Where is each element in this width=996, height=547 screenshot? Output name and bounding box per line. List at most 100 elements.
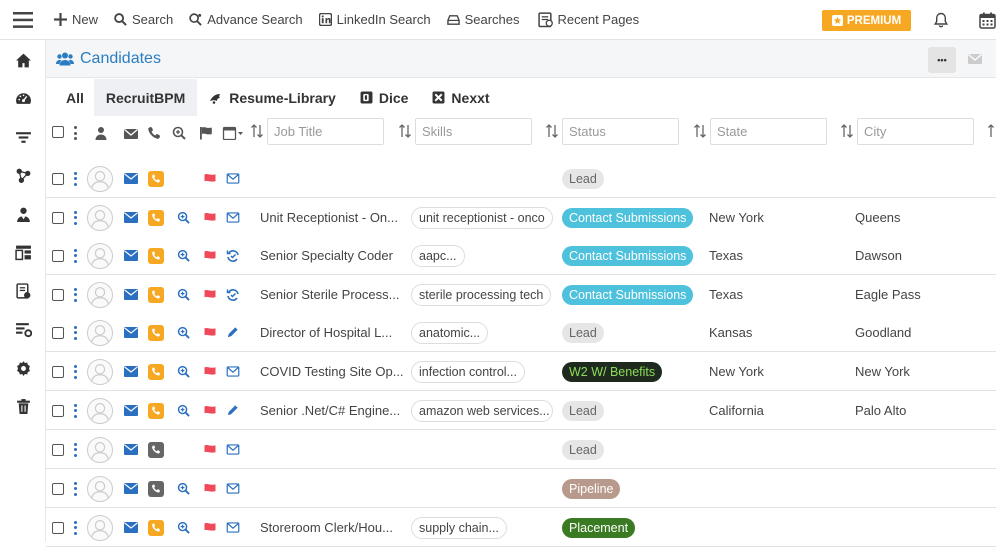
skills-filter-input[interactable]: Skills: [415, 118, 532, 145]
table-row[interactable]: Lead: [46, 159, 996, 198]
calendar-filter-icon[interactable]: [221, 126, 245, 140]
row-checkbox[interactable]: [52, 443, 64, 456]
sort-skills-icon[interactable]: [399, 124, 411, 138]
tab-recruitbpm[interactable]: RecruitBPM: [93, 79, 198, 116]
sort-next-column-icon[interactable]: [988, 124, 996, 138]
select-all-checkbox[interactable]: [52, 126, 64, 138]
status-badge[interactable]: Contact Submissions: [562, 207, 694, 228]
email-icon[interactable]: [124, 444, 138, 455]
avatar[interactable]: [87, 436, 113, 463]
status-badge[interactable]: W2 W/ Benefits: [562, 361, 663, 382]
zoom-in-icon[interactable]: [177, 249, 190, 262]
status-badge[interactable]: Lead: [562, 400, 604, 421]
avatar[interactable]: [87, 514, 113, 541]
envelope-outline-icon[interactable]: [226, 483, 240, 494]
envelope-outline-icon[interactable]: [226, 444, 240, 455]
nav-advance-search[interactable]: Advance Search: [189, 12, 303, 27]
status-badge[interactable]: Contact Submissions: [562, 245, 694, 266]
zoom-in-icon[interactable]: [177, 211, 190, 224]
more-options-button[interactable]: •••: [928, 47, 956, 73]
envelope-icon[interactable]: [968, 52, 982, 66]
sort-status-icon[interactable]: [546, 124, 558, 138]
bulk-actions-icon[interactable]: [73, 126, 77, 140]
row-actions-icon[interactable]: [73, 403, 77, 418]
skill-chip[interactable]: infection control...: [411, 360, 525, 383]
skill-chip[interactable]: aapc...: [411, 244, 465, 267]
phone-button[interactable]: [148, 480, 164, 497]
skill-chip[interactable]: sterile processing tech: [411, 283, 552, 306]
tab-resume-library[interactable]: Resume-Library: [197, 79, 348, 116]
zoom-in-icon[interactable]: [177, 521, 190, 534]
sidebar-item-users[interactable]: [0, 195, 46, 234]
nav-search[interactable]: Search: [114, 12, 173, 27]
status-filter-input[interactable]: Status: [562, 118, 679, 145]
row-actions-icon[interactable]: [73, 287, 77, 302]
sync-icon[interactable]: [226, 288, 240, 302]
job-title-filter-input[interactable]: Job Title: [267, 118, 384, 145]
sort-city-icon[interactable]: [841, 124, 853, 138]
sidebar-item-trash[interactable]: [0, 388, 46, 427]
bell-icon[interactable]: [933, 12, 949, 28]
calendar-icon[interactable]: [979, 12, 996, 29]
sidebar-item-dashboard[interactable]: [0, 80, 46, 119]
email-icon[interactable]: [124, 522, 138, 533]
avatar[interactable]: [87, 204, 113, 231]
flag-icon[interactable]: [203, 173, 217, 184]
email-icon[interactable]: [124, 250, 138, 261]
flag-icon[interactable]: [203, 522, 217, 533]
status-badge[interactable]: Lead: [562, 439, 604, 460]
row-checkbox[interactable]: [52, 326, 64, 339]
row-actions-icon[interactable]: [73, 520, 77, 535]
phone-button[interactable]: [148, 286, 164, 303]
tab-all[interactable]: All: [46, 79, 94, 116]
table-row[interactable]: Pipeline: [46, 469, 996, 508]
table-row[interactable]: Storeroom Clerk/Hou... supply chain... Pla…: [46, 508, 996, 547]
envelope-outline-icon[interactable]: [226, 173, 240, 184]
flag-icon[interactable]: [203, 444, 217, 455]
row-checkbox[interactable]: [52, 404, 64, 417]
zoom-in-icon[interactable]: [177, 288, 190, 301]
status-badge[interactable]: Lead: [562, 322, 604, 343]
row-actions-icon[interactable]: [73, 325, 77, 340]
phone-button[interactable]: [148, 441, 164, 458]
table-row[interactable]: Director of Hospital L... anatomic... Lead…: [46, 313, 996, 352]
sidebar-item-settings-list[interactable]: [0, 311, 46, 350]
phone-button[interactable]: [148, 519, 164, 536]
table-row[interactable]: COVID Testing Site Op... infection contro…: [46, 352, 996, 391]
state-filter-input[interactable]: State: [710, 118, 827, 145]
avatar[interactable]: [87, 475, 113, 502]
flag-icon[interactable]: [203, 405, 217, 416]
premium-button[interactable]: PREMIUM: [822, 10, 911, 31]
pencil-icon[interactable]: [226, 326, 239, 339]
avatar[interactable]: [87, 281, 113, 308]
skill-chip[interactable]: anatomic...: [411, 321, 489, 344]
table-row[interactable]: Senior Sterile Process... sterile process…: [46, 275, 996, 314]
phone-button[interactable]: [148, 324, 164, 341]
sidebar-item-reports[interactable]: [0, 272, 46, 311]
status-badge[interactable]: Placement: [562, 517, 636, 538]
email-icon[interactable]: [124, 405, 138, 416]
zoom-in-icon[interactable]: [177, 404, 190, 417]
row-actions-icon[interactable]: [73, 481, 77, 496]
flag-icon[interactable]: [203, 366, 217, 377]
status-badge[interactable]: Pipeline: [562, 478, 621, 499]
avatar[interactable]: [87, 397, 113, 424]
avatar[interactable]: [87, 319, 113, 346]
phone-button[interactable]: [148, 402, 164, 419]
sidebar-item-settings[interactable]: [0, 349, 46, 388]
status-badge[interactable]: Lead: [562, 168, 604, 189]
avatar[interactable]: [87, 358, 113, 385]
skill-chip[interactable]: unit receptionist - onco: [411, 206, 553, 229]
table-row[interactable]: Lead: [46, 430, 996, 469]
skill-chip[interactable]: amazon web services...: [411, 399, 553, 422]
email-icon[interactable]: [124, 212, 138, 223]
zoom-in-icon[interactable]: [177, 365, 190, 378]
sort-state-icon[interactable]: [694, 124, 706, 138]
row-checkbox[interactable]: [52, 482, 64, 495]
tab-dice[interactable]: Dice: [348, 79, 421, 116]
city-filter-input[interactable]: City: [857, 118, 974, 145]
row-actions-icon[interactable]: [73, 442, 77, 457]
email-icon[interactable]: [124, 327, 138, 338]
status-badge[interactable]: Contact Submissions: [562, 284, 694, 305]
avatar[interactable]: [87, 165, 113, 192]
